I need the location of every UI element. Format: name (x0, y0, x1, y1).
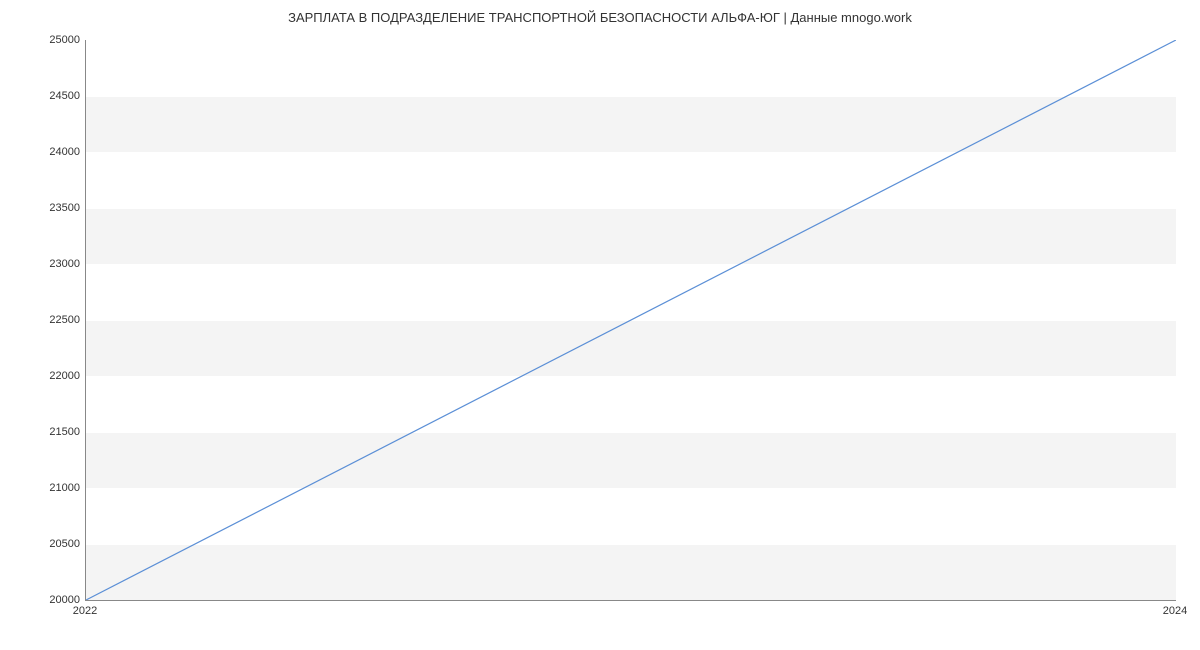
series-line (86, 40, 1176, 600)
y-tick-label: 25000 (10, 34, 80, 46)
x-tick-label: 2024 (1163, 605, 1187, 617)
x-tick-label: 2022 (73, 605, 97, 617)
y-tick-label: 24500 (10, 90, 80, 102)
grid-line (86, 600, 1176, 601)
y-tick-label: 22500 (10, 314, 80, 326)
y-tick-label: 23000 (10, 258, 80, 270)
y-tick-label: 20500 (10, 538, 80, 550)
y-tick-label: 21500 (10, 426, 80, 438)
chart-container: ЗАРПЛАТА В ПОДРАЗДЕЛЕНИЕ ТРАНСПОРТНОЙ БЕ… (0, 0, 1200, 650)
y-tick-label: 22000 (10, 370, 80, 382)
chart-title: ЗАРПЛАТА В ПОДРАЗДЕЛЕНИЕ ТРАНСПОРТНОЙ БЕ… (0, 10, 1200, 25)
y-tick-label: 21000 (10, 482, 80, 494)
y-tick-label: 23500 (10, 202, 80, 214)
y-tick-label: 20000 (10, 594, 80, 606)
y-tick-label: 24000 (10, 146, 80, 158)
plot-area (85, 40, 1176, 601)
